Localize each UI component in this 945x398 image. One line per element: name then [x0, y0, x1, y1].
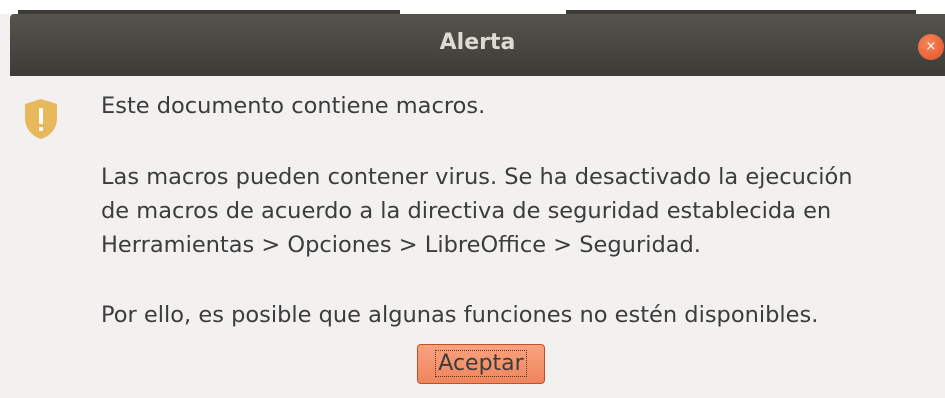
shield-warning-icon — [25, 99, 57, 139]
dialog-detail-text: Las macros pueden contener virus. Se ha … — [101, 164, 853, 258]
dialog-body: Este documento contiene macros. Las macr… — [10, 76, 945, 398]
close-icon: × — [925, 39, 937, 54]
background-strip — [0, 0, 945, 14]
dialog-note-text: Por ello, es posible que algunas funcion… — [101, 302, 819, 328]
ok-button-label: Aceptar — [435, 350, 527, 377]
dialog-title: Alerta — [439, 30, 516, 55]
close-button[interactable]: × — [918, 34, 944, 60]
ok-button[interactable]: Aceptar — [417, 344, 545, 384]
dialog-titlebar[interactable]: Alerta × — [10, 14, 945, 76]
dialog-heading: Este documento contiene macros. — [101, 93, 486, 119]
